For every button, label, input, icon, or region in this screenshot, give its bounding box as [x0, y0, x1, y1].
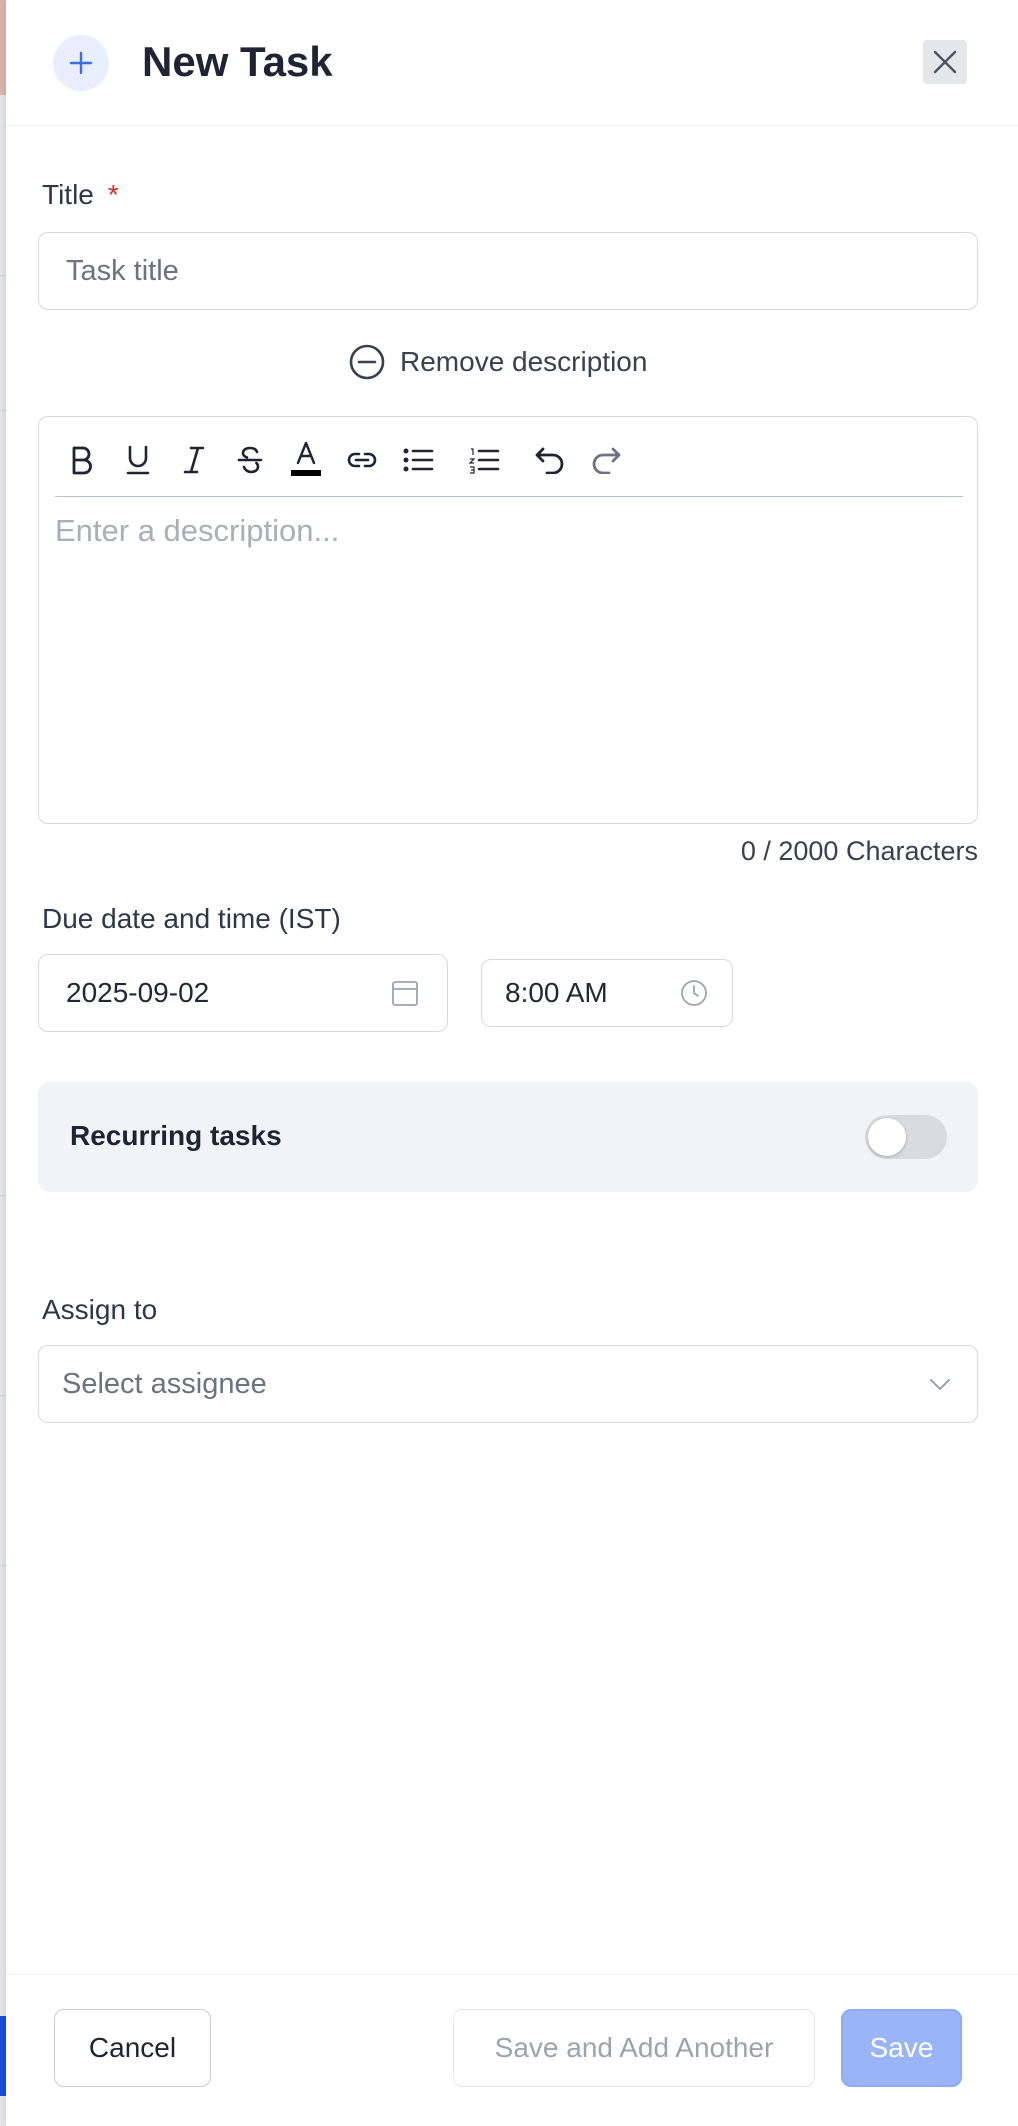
clock-icon	[681, 980, 707, 1006]
underline-icon	[126, 445, 150, 475]
redo-icon	[592, 447, 621, 474]
page-title: New Task	[142, 38, 333, 85]
remove-description-button[interactable]: Remove description	[348, 342, 647, 382]
due-time-value: 8:00 AM	[505, 977, 608, 1008]
underline-button[interactable]	[119, 441, 157, 479]
cancel-button[interactable]: Cancel	[54, 2009, 211, 2087]
italic-icon	[183, 446, 205, 474]
plus-icon	[53, 35, 109, 91]
numbered-list-button[interactable]	[465, 441, 503, 479]
toggle-knob	[868, 1118, 906, 1156]
save-button[interactable]: Save	[841, 2009, 962, 2087]
assign-to-label: Assign to	[42, 1294, 158, 1325]
bold-icon	[72, 446, 92, 475]
undo-button[interactable]	[531, 441, 569, 479]
calendar-icon	[392, 981, 418, 1006]
remove-description-label: Remove description	[400, 346, 648, 377]
minus-circle-icon	[349, 344, 385, 380]
title-label-text: Title	[42, 179, 94, 210]
close-button[interactable]	[923, 40, 967, 84]
undo-icon	[535, 447, 564, 474]
due-time-input[interactable]: 8:00 AM	[481, 959, 733, 1027]
recurring-tasks-label: Recurring tasks	[70, 1120, 282, 1151]
title-label: Title *	[42, 178, 119, 212]
link-icon	[347, 452, 377, 468]
save-and-add-another-button[interactable]: Save and Add Another	[453, 2009, 815, 2087]
description-placeholder: Enter a description...	[55, 513, 340, 548]
redo-button[interactable]	[587, 441, 625, 479]
due-date-value: 2025-09-02	[66, 977, 210, 1008]
assignee-select[interactable]: Select assignee	[38, 1345, 978, 1423]
panel-header: New Task	[6, 0, 1018, 126]
required-mark: *	[107, 179, 119, 210]
recurring-tasks-toggle[interactable]	[865, 1115, 947, 1159]
due-date-input[interactable]: 2025-09-02	[38, 954, 448, 1032]
editor-toolbar	[55, 441, 963, 497]
text-color-button[interactable]	[287, 441, 325, 479]
close-icon	[933, 50, 957, 74]
text-color-icon	[291, 441, 321, 476]
assignee-placeholder: Select assignee	[62, 1368, 267, 1400]
italic-button[interactable]	[175, 441, 213, 479]
link-button[interactable]	[343, 441, 381, 479]
bold-button[interactable]	[63, 441, 101, 479]
strikethrough-button[interactable]	[231, 441, 269, 479]
description-editor[interactable]: Enter a description...	[38, 416, 978, 824]
panel-footer: Cancel Save and Add Another Save	[6, 1974, 1018, 2126]
bullet-list-icon	[403, 448, 434, 472]
new-task-panel: New Task Title * Task title Remove descri…	[6, 0, 1018, 2126]
strikethrough-icon	[237, 446, 263, 474]
title-input[interactable]: Task title	[38, 232, 978, 310]
title-placeholder: Task title	[66, 255, 179, 287]
character-counter: 0 / 2000 Characters	[740, 836, 978, 866]
numbered-list-icon	[468, 448, 500, 474]
bullet-list-button[interactable]	[399, 441, 437, 479]
recurring-tasks-section: Recurring tasks	[38, 1082, 978, 1192]
due-date-label: Due date and time (IST)	[42, 903, 341, 934]
chevron-down-icon	[930, 1379, 950, 1390]
